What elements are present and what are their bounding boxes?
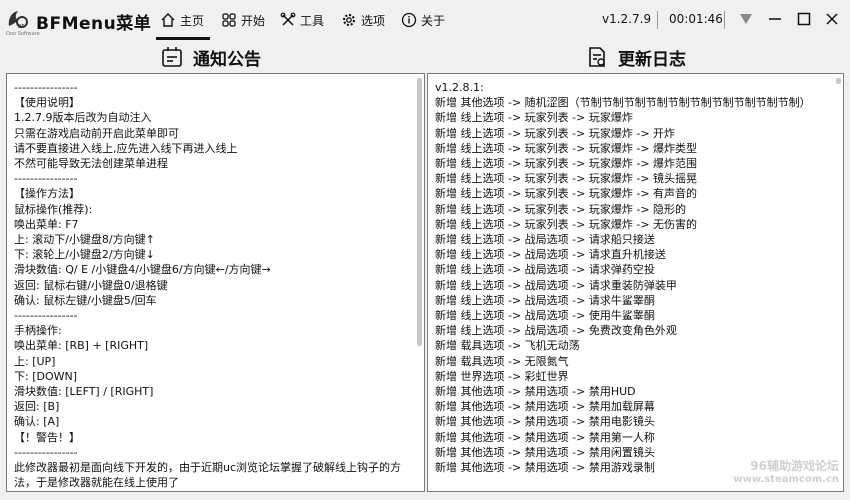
home-icon — [161, 13, 175, 27]
changelog-line: 新增 线上选项 -> 战局选项 -> 请求弹药空投 — [435, 263, 655, 277]
changelog-line: 新增 线上选项 -> 战局选项 -> 免费改变角色外观 — [435, 324, 677, 338]
changelog-line: 新增 其他选项 -> 禁用选项 -> 禁用HUD — [435, 385, 636, 399]
changelog-line: 新增 线上选项 -> 玩家列表 -> 玩家爆炸 -> 隐形的 — [435, 202, 687, 216]
collapse-menu-icon[interactable] — [737, 10, 755, 28]
notice-text: ---------------- 【使用说明】 1.2.7.9版本后改为自动注入 只需… — [14, 80, 410, 490]
notice-line: ---------------- — [14, 445, 78, 459]
nav-home-label: 主页 — [180, 13, 205, 28]
changelog-line: 新增 其他选项 -> 禁用选项 -> 禁用加载屏幕 — [435, 400, 655, 414]
changelog-line: 新增 线上选项 -> 战局选项 -> 请求重装防弹装甲 — [435, 278, 677, 292]
notice-line: 唤出菜单: F7 — [14, 217, 79, 231]
notice-line: 此修改器最初是面向线下开发的，由于近期uc浏览论坛掌握了破解线上钩子的方法，于是… — [14, 461, 402, 490]
notice-line: 手柄操作: — [14, 324, 62, 338]
changelog-text: v1.2.8.1: 新增 其他选项 -> 随机涩图（节制节制节制节制节制节制节制节… — [435, 80, 829, 475]
logo-caption: Ooo Software — [6, 31, 40, 37]
notice-line: 请不要直接进入线上,应先进入线下再进入线上 — [14, 141, 238, 155]
changelog-line: 新增 线上选项 -> 战局选项 -> 请求船只接送 — [435, 233, 655, 247]
title-separator — [657, 11, 658, 29]
changelog-line: v1.2.8.1: — [435, 81, 484, 94]
nav-start[interactable]: 开始 — [221, 0, 265, 40]
maximize-button[interactable] — [795, 10, 813, 28]
svg-text:BF: BF — [18, 24, 24, 30]
gear-icon — [343, 14, 355, 26]
changelog-line: 新增 线上选项 -> 战局选项 -> 使用牛鲨睾酮 — [435, 309, 655, 323]
changelog-line: 新增 线上选项 -> 玩家列表 -> 玩家爆炸 -> 无伤害的 — [435, 217, 698, 231]
nav-options[interactable]: 选项 — [341, 0, 385, 40]
changelog-line: 新增 其他选项 -> 禁用选项 -> 禁用第一人称 — [435, 430, 655, 444]
changelog-scrollbar[interactable] — [836, 78, 841, 84]
notice-heading: 通知公告 — [161, 44, 261, 70]
document-log-icon — [589, 47, 605, 67]
watermark: 96辅助游戏论坛 www.steamcom.cn — [733, 459, 839, 487]
notice-line: 返回: 鼠标右键/小键盘0/退格键 — [14, 278, 168, 292]
app-logo-icon: BF — [8, 11, 28, 30]
notice-line: 唤出菜单: [RB] + [RIGHT] — [14, 339, 149, 353]
notice-line: 上: [UP] — [14, 354, 56, 368]
title-separator — [724, 11, 725, 29]
tools-icon — [280, 12, 296, 26]
changelog-line: 新增 载具选项 -> 飞机无动荡 — [435, 339, 580, 353]
close-button[interactable] — [823, 10, 841, 28]
nav-about[interactable]: 关于 — [401, 0, 445, 40]
info-icon — [401, 12, 417, 28]
notice-title: 通知公告 — [193, 49, 261, 70]
changelog-line: 新增 载具选项 -> 无限氮气 — [435, 354, 569, 368]
changelog-line: 新增 线上选项 -> 战局选项 -> 请求牛鲨睾酮 — [435, 293, 655, 307]
watermark-line1: 96辅助游戏论坛 — [750, 459, 839, 473]
notice-line: 确认: 鼠标左键/小键盘5/回车 — [14, 293, 157, 307]
minimize-button[interactable] — [766, 10, 784, 28]
notice-line: 【使用说明】 — [14, 96, 80, 110]
changelog-title: 更新日志 — [618, 49, 686, 70]
notice-line: 只需在游戏启动前开启此菜单即可 — [14, 126, 179, 140]
changelog-line: 新增 线上选项 -> 玩家列表 -> 玩家爆炸 — [435, 111, 633, 125]
changelog-line: 新增 线上选项 -> 玩家列表 -> 玩家爆炸 -> 爆炸范围 — [435, 157, 698, 171]
nav-options-label: 选项 — [361, 13, 386, 28]
notice-line: ---------------- — [14, 172, 78, 186]
notice-line: 【操作方法】 — [14, 187, 80, 201]
notice-line: 上: 滚动下/小键盘8/方向键↑ — [14, 233, 155, 247]
watermark-line2: www.steamcom.cn — [733, 474, 839, 485]
changelog-line: 新增 线上选项 -> 战局选项 -> 请求直升机接送 — [435, 248, 666, 262]
title-bar: BF Ooo Software BFMenu菜单 主页 开始 工具 选项 关于 … — [0, 0, 850, 40]
notice-line: 滑块数值: Q/ E /小键盘4/小键盘6/方向键←/方向键→ — [14, 263, 271, 277]
nav-start-label: 开始 — [241, 13, 266, 28]
notice-line: 下: [DOWN] — [14, 369, 78, 383]
app-title: BFMenu菜单 — [36, 14, 152, 34]
changelog-line: 新增 线上选项 -> 玩家列表 -> 玩家爆炸 -> 镜头摇晃 — [435, 172, 698, 186]
notice-line: ---------------- — [14, 81, 78, 94]
notice-panel[interactable]: ---------------- 【使用说明】 1.2.7.9版本后改为自动注入 只需… — [6, 73, 425, 492]
notice-scrollbar[interactable] — [417, 78, 422, 346]
changelog-line: 新增 其他选项 -> 禁用选项 -> 禁用闲置镜头 — [435, 445, 655, 459]
notice-line: 滑块数值: [LEFT] / [RIGHT] — [14, 385, 154, 399]
nav-home[interactable]: 主页 — [155, 0, 211, 40]
notice-line: ---------------- — [14, 309, 78, 323]
session-timer: 00:01:46 — [669, 12, 723, 26]
changelog-line: 新增 线上选项 -> 玩家列表 -> 玩家爆炸 -> 爆炸类型 — [435, 141, 698, 155]
changelog-line: 新增 世界选项 -> 彩虹世界 — [435, 369, 569, 383]
nav-tools[interactable]: 工具 — [280, 0, 324, 40]
changelog-line: 新增 其他选项 -> 禁用选项 -> 禁用电影镜头 — [435, 415, 655, 429]
grid-icon — [222, 13, 236, 27]
nav-about-label: 关于 — [421, 13, 446, 28]
notice-line: 1.2.7.9版本后改为自动注入 — [14, 111, 152, 125]
notice-line: 返回: [B] — [14, 400, 60, 414]
changelog-line: 新增 线上选项 -> 玩家列表 -> 玩家爆炸 -> 有声音的 — [435, 187, 698, 201]
notice-line: 下: 滚轮上/小键盘2/方向键↓ — [14, 248, 155, 262]
notice-line: 鼠标操作(推荐): — [14, 202, 93, 216]
notice-line: 不然可能导致无法创建菜单进程 — [14, 157, 168, 171]
nav-tools-label: 工具 — [300, 13, 325, 28]
notice-line: 确认: [A] — [14, 415, 60, 429]
notice-board-icon — [162, 47, 182, 67]
changelog-panel[interactable]: v1.2.8.1: 新增 其他选项 -> 随机涩图（节制节制节制节制节制节制节制节… — [427, 73, 844, 492]
changelog-heading: 更新日志 — [586, 44, 686, 70]
changelog-line: 新增 其他选项 -> 随机涩图（节制节制节制节制节制节制节制节制节制节制） — [435, 96, 811, 110]
changelog-line: 新增 线上选项 -> 玩家列表 -> 玩家爆炸 -> 开炸 — [435, 126, 676, 140]
notice-line: 【！警告！】 — [14, 430, 80, 444]
version-label: v1.2.7.9 — [602, 12, 652, 26]
